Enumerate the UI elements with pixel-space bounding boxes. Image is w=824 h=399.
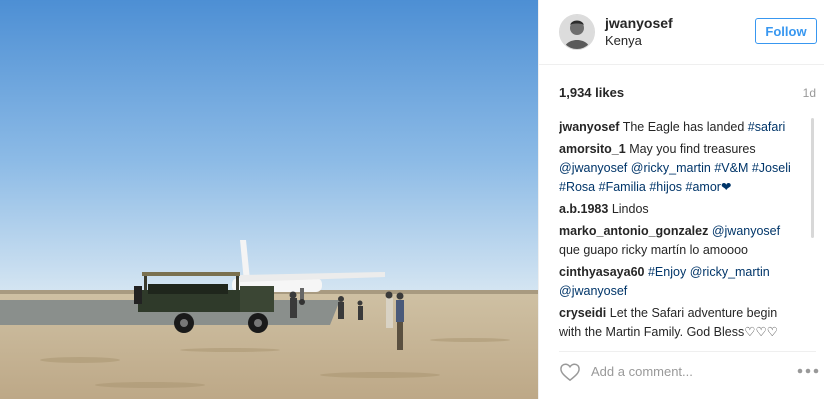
comment-tag-link[interactable]: #Familia (599, 180, 646, 194)
likes-row: 1,934 likes 1d (559, 85, 816, 103)
comment-tag-link[interactable]: #Rosa (559, 180, 595, 194)
comment-item: amorsito_1 May you find treasures @jwany… (559, 140, 791, 197)
comment-tag-link[interactable]: @ricky_martin (690, 265, 770, 279)
comment-text: Lindos (611, 202, 649, 216)
comment-item: jwanyosef The Eagle has landed #safari (559, 118, 791, 137)
comment-text: The Eagle has landed (622, 120, 748, 134)
post-side-panel: jwanyosef Kenya Follow 1,934 likes 1d jw… (538, 0, 824, 399)
comment-item: cinthyasaya60 #Enjoy @ricky_martin @jwan… (559, 263, 791, 301)
comment-tag-link[interactable]: #Joseli (752, 161, 791, 175)
comment-text: May you find treasures (629, 142, 756, 156)
heart-outline-icon[interactable] (559, 362, 581, 382)
post-timestamp[interactable]: 1d (803, 86, 816, 100)
comment-text: que guapo ricky martín lo amoooo (559, 243, 748, 257)
comment-tag-link[interactable]: #V&M (714, 161, 748, 175)
comment-item: cryseidi Let the Safari adventure begin … (559, 304, 791, 340)
post-location[interactable]: Kenya (605, 33, 642, 48)
comment-tag-link[interactable]: #amor❤ (686, 180, 732, 194)
comment-username[interactable]: cryseidi (559, 306, 606, 320)
post-photo[interactable] (0, 0, 538, 399)
comment-username[interactable]: amorsito_1 (559, 142, 626, 156)
comments-list: jwanyosef The Eagle has landed #safari am… (559, 118, 791, 340)
divider (559, 351, 816, 352)
comment-username[interactable]: jwanyosef (559, 120, 619, 134)
post-header: jwanyosef Kenya Follow (539, 0, 824, 65)
comment-tag-link[interactable]: @ricky_martin (631, 161, 711, 175)
instagram-post: jwanyosef Kenya Follow 1,934 likes 1d jw… (0, 0, 824, 399)
avatar[interactable] (559, 14, 595, 50)
comment-username[interactable]: a.b.1983 (559, 202, 608, 216)
comment-item: marko_antonio_gonzalez @jwanyosef que gu… (559, 222, 791, 260)
comment-tag-link[interactable]: @jwanyosef (712, 224, 780, 238)
post-author-username[interactable]: jwanyosef (605, 15, 673, 31)
comment-item: a.b.1983 Lindos (559, 200, 791, 219)
add-comment-input[interactable]: Add a comment... (591, 364, 693, 379)
comment-tag-link[interactable]: @jwanyosef (559, 161, 627, 175)
comment-tag-link[interactable]: #hijos (649, 180, 682, 194)
likes-count[interactable]: 1,934 likes (559, 85, 624, 100)
more-options-icon[interactable] (797, 368, 819, 374)
follow-button[interactable]: Follow (755, 18, 817, 44)
comments-scrollbar[interactable] (811, 118, 814, 238)
comment-tag-link[interactable]: @jwanyosef (559, 284, 627, 298)
comment-tag-link[interactable]: #Enjoy (648, 265, 686, 279)
comment-username[interactable]: cinthyasaya60 (559, 265, 644, 279)
user-avatar-icon (560, 15, 594, 49)
comment-username[interactable]: marko_antonio_gonzalez (559, 224, 708, 238)
comment-tag-link[interactable]: #safari (748, 120, 786, 134)
safari-airstrip-image (0, 0, 538, 399)
